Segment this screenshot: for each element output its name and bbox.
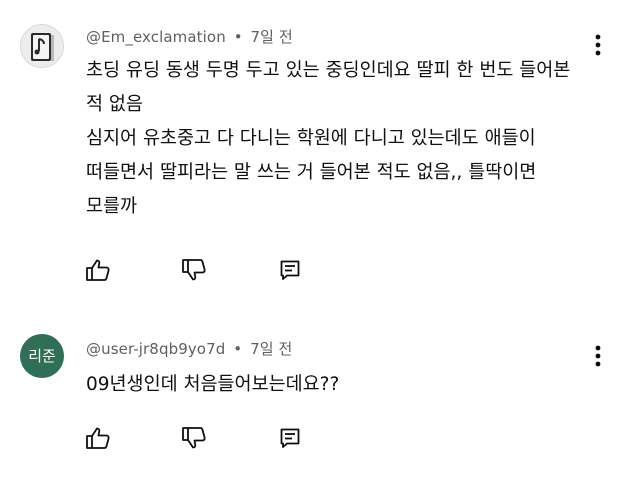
more-vertical-icon [595, 34, 601, 56]
thumbs-down-icon [182, 259, 206, 281]
comment-text: 초딩 유딩 동생 두명 두고 있는 중딩인데요 딸피 한 번도 들어본 적 없음… [86, 54, 601, 224]
meta-separator: • [233, 340, 243, 358]
more-vertical-icon [595, 345, 601, 367]
thumbs-up-icon [86, 427, 110, 449]
comment-meta: @Em_exclamation • 7일 전 [86, 26, 293, 47]
like-button[interactable] [80, 252, 116, 288]
comment-text: 09년생인데 처음들어보는데요?? [86, 368, 601, 402]
comment-timestamp[interactable]: 7일 전 [250, 340, 292, 358]
avatar-initials: 리준 [28, 347, 56, 365]
comment-timestamp[interactable]: 7일 전 [251, 28, 293, 46]
like-button[interactable] [80, 420, 116, 456]
reply-button[interactable] [272, 252, 308, 288]
reply-icon [280, 260, 300, 280]
author-name[interactable]: @user-jr8qb9yo7d [86, 340, 225, 358]
comment-text-line: 모를까 [86, 196, 138, 217]
comment-thread-item: 리준 @user-jr8qb9yo7d • 7일 전 09년생인데 처음들어보는… [0, 318, 640, 478]
thumbs-up-icon [86, 259, 110, 281]
meta-separator: • [233, 28, 243, 46]
dislike-button[interactable] [176, 252, 212, 288]
comment-text-line: 09년생인데 처음들어보는데요?? [86, 374, 340, 395]
thumbs-down-icon [182, 427, 206, 449]
avatar[interactable] [20, 24, 64, 68]
reply-icon [280, 428, 300, 448]
comment-meta: @user-jr8qb9yo7d • 7일 전 [86, 338, 292, 359]
comment-text-line: 초딩 유딩 동생 두명 두고 있는 중딩인데요 딸피 한 번도 들어본 [86, 60, 571, 81]
author-name[interactable]: @Em_exclamation [86, 28, 226, 46]
more-options-button[interactable] [586, 344, 610, 368]
dislike-button[interactable] [176, 420, 212, 456]
notebook-avatar-icon [21, 25, 63, 67]
comment-text-line: 적 없음 [86, 94, 143, 115]
avatar[interactable]: 리준 [20, 334, 64, 378]
comment-text-line: 떠들면서 딸피라는 말 쓰는 거 들어본 적도 없음,, 틀딱이면 [86, 162, 537, 183]
comment-text-line: 심지어 유초중고 다 다니는 학원에 다니고 있는데도 애들이 [86, 128, 536, 149]
comment-thread-item: @Em_exclamation • 7일 전 초딩 유딩 동생 두명 두고 있는… [0, 0, 640, 300]
reply-button[interactable] [272, 420, 308, 456]
